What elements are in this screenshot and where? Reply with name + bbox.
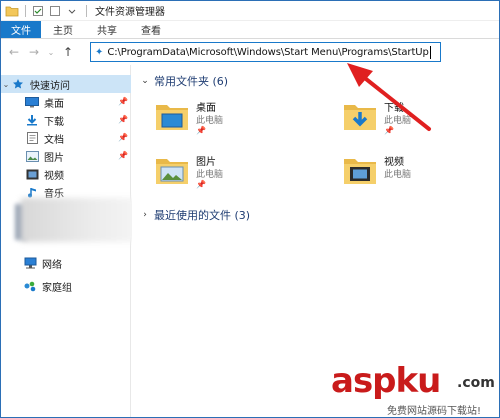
explorer-window: 文件资源管理器 文件 主页 共享 查看 ← → ⌄ ↑ ✦ C:\Program…: [0, 0, 500, 418]
sidebar-item-label: 家庭组: [42, 282, 72, 294]
up-arrow-icon[interactable]: ↑: [61, 45, 75, 59]
watermark: aspku .com 免费网站源码下载站!: [327, 359, 499, 417]
sidebar-item-quick-access[interactable]: ⌄ 快速访问: [1, 75, 131, 93]
quick-access-menu-icon[interactable]: [66, 5, 80, 17]
star-icon: [11, 78, 25, 90]
pin-icon: 📌: [118, 151, 128, 160]
folder-name: 图片: [196, 157, 216, 168]
tab-file[interactable]: 文件: [1, 21, 41, 38]
pin-icon: 📌: [196, 180, 206, 189]
window-title: 文件资源管理器: [95, 7, 165, 18]
folder-location: 此电脑: [384, 170, 412, 180]
pin-icon: ✦: [95, 46, 104, 58]
network-icon: [23, 257, 37, 269]
pin-icon: 📌: [118, 97, 128, 106]
pin-icon: 📌: [196, 126, 206, 135]
sidebar-item-label: 网络: [42, 259, 62, 271]
download-icon: [25, 114, 39, 126]
sidebar-item-label: 快速访问: [30, 80, 70, 92]
sidebar-item-documents[interactable]: 文档 📌: [1, 129, 131, 147]
folder-location: 此电脑: [384, 116, 412, 126]
sidebar-item-pictures[interactable]: 图片 📌: [1, 147, 131, 165]
homegroup-icon: [23, 280, 37, 292]
folder-tile-videos[interactable]: 视频 此电脑: [342, 151, 499, 195]
folder-location: 此电脑: [196, 170, 224, 180]
watermark-suffix: .com: [457, 375, 495, 391]
desktop-icon: [25, 96, 39, 108]
pictures-folder-icon: [154, 153, 190, 187]
group-header-frequent[interactable]: ⌄ 常用文件夹 (6): [140, 73, 228, 89]
sidebar-item-label: 文档: [44, 134, 64, 146]
properties-icon[interactable]: [32, 5, 46, 17]
ribbon-tabs: 文件 主页 共享 查看: [1, 21, 499, 39]
sidebar-item-network[interactable]: 网络: [1, 254, 131, 272]
folder-tile-desktop[interactable]: 桌面 此电脑 📌: [154, 97, 324, 141]
videos-folder-icon: [342, 153, 378, 187]
address-path[interactable]: C:\ProgramData\Microsoft\Windows\Start M…: [107, 47, 428, 58]
watermark-brand: aspku: [331, 361, 441, 401]
folder-tile-pictures[interactable]: 图片 此电脑 📌: [154, 151, 324, 195]
text-cursor: [429, 45, 431, 59]
downloads-folder-icon: [342, 99, 378, 133]
sidebar-item-label: 下载: [44, 116, 64, 128]
pin-icon: 📌: [118, 115, 128, 124]
chevron-down-icon[interactable]: ⌄: [1, 80, 11, 89]
desktop-folder-icon: [154, 99, 190, 133]
navigation-bar: ← → ⌄ ↑ ✦ C:\ProgramData\Microsoft\Windo…: [1, 39, 499, 65]
pin-icon: 📌: [384, 126, 394, 135]
sidebar-item-videos[interactable]: 视频: [1, 165, 131, 183]
chevron-right-icon[interactable]: ›: [140, 210, 150, 220]
sidebar-item-label: 图片: [44, 152, 64, 164]
tab-home[interactable]: 主页: [41, 21, 85, 38]
video-icon: [25, 168, 39, 180]
sidebar-item-label: 视频: [44, 170, 64, 182]
back-arrow-icon[interactable]: ←: [7, 45, 21, 59]
folder-name: 视频: [384, 157, 404, 168]
watermark-tagline: 免费网站源码下载站!: [387, 406, 482, 417]
pin-icon: 📌: [118, 133, 128, 142]
group-header-recent[interactable]: › 最近使用的文件 (3): [140, 207, 250, 223]
tab-view[interactable]: 查看: [129, 21, 173, 38]
folder-location: 此电脑: [196, 116, 224, 126]
folder-name: 下载: [384, 103, 404, 114]
sidebar-item-desktop[interactable]: 桌面 📌: [1, 93, 131, 111]
address-bar[interactable]: ✦ C:\ProgramData\Microsoft\Windows\Start…: [90, 42, 441, 62]
forward-arrow-icon[interactable]: →: [27, 45, 41, 59]
folder-icon: [5, 5, 19, 17]
folder-name: 桌面: [196, 103, 216, 114]
sidebar-item-downloads[interactable]: 下载 📌: [1, 111, 131, 129]
sidebar-item-homegroup[interactable]: 家庭组: [1, 277, 131, 295]
title-bar: 文件资源管理器: [1, 1, 499, 21]
folder-tile-downloads[interactable]: 下载 此电脑 📌: [342, 97, 499, 141]
document-icon: [25, 132, 39, 144]
music-icon: [25, 186, 39, 198]
sidebar-item-label: 桌面: [44, 98, 64, 110]
chevron-down-icon[interactable]: ⌄: [140, 76, 150, 86]
group-header-label: 常用文件夹 (6): [154, 75, 229, 88]
recent-dropdown-icon[interactable]: ⌄: [47, 45, 55, 59]
group-header-label: 最近使用的文件 (3): [154, 209, 251, 222]
new-folder-icon[interactable]: [49, 5, 63, 17]
tab-share[interactable]: 共享: [85, 21, 129, 38]
pictures-icon: [25, 150, 39, 162]
